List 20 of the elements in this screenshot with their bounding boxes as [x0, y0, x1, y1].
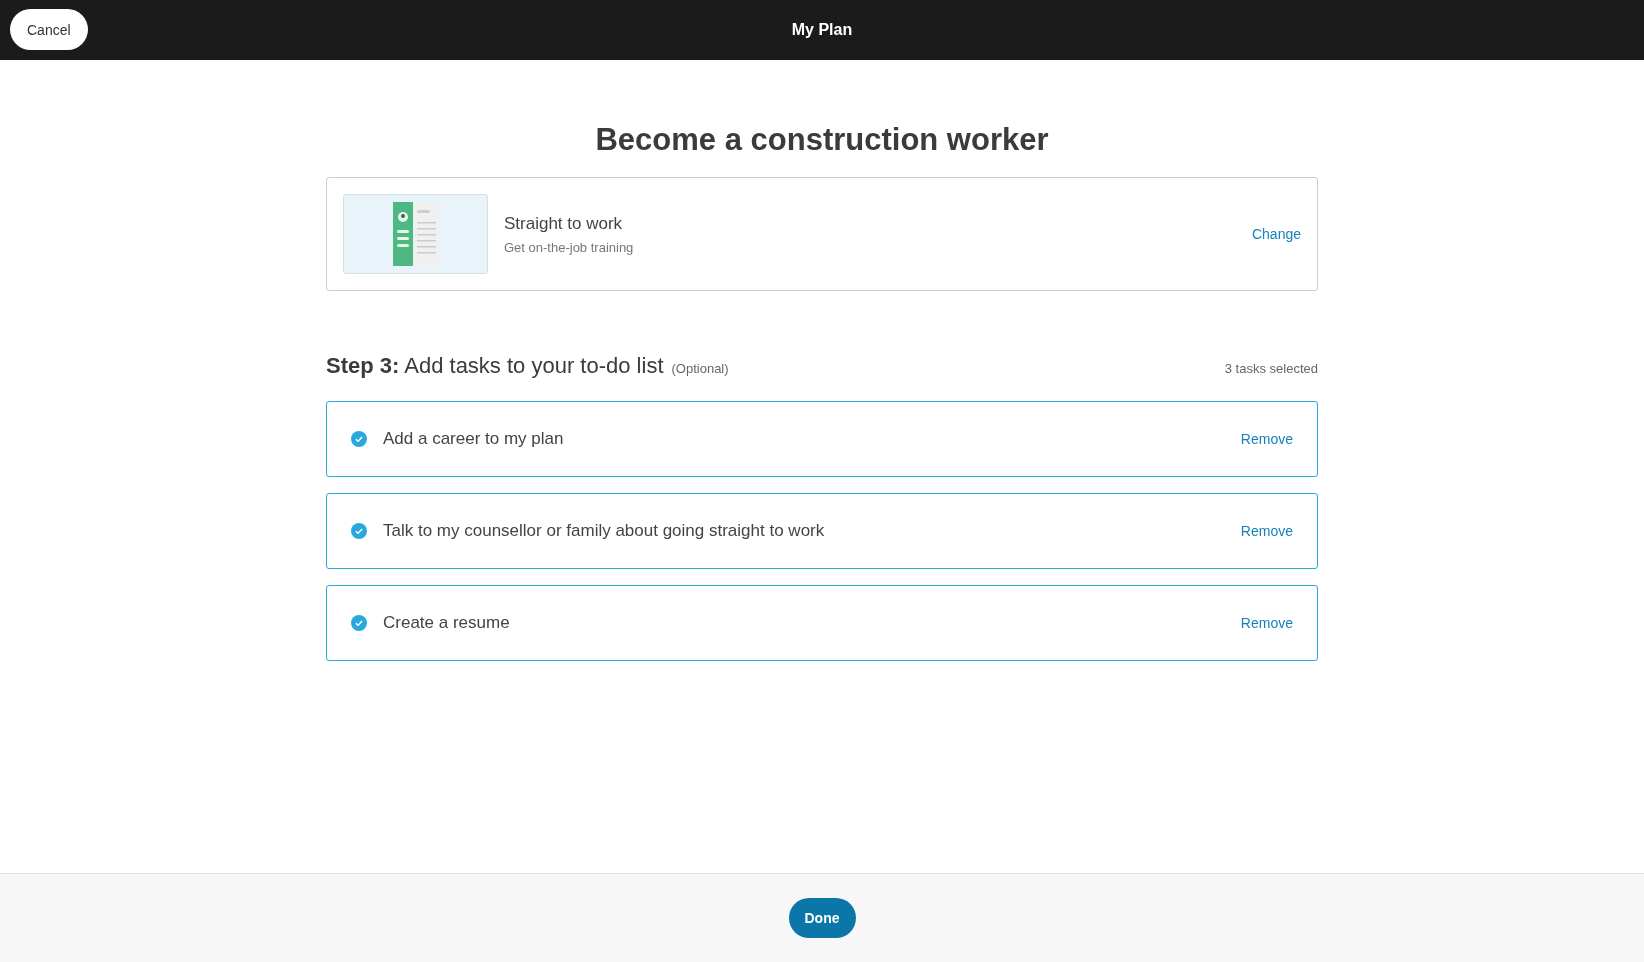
remove-link[interactable]: Remove [1240, 523, 1293, 539]
optional-note: (Optional) [671, 361, 729, 376]
path-title: Straight to work [504, 213, 624, 234]
remove-link[interactable]: Remove [1240, 431, 1293, 447]
goal-title: Become a construction worker [594, 122, 1050, 158]
cancel-button[interactable]: Cancel [10, 9, 88, 50]
resume-drawing [392, 202, 439, 266]
task-label: Add a career to my plan [383, 429, 565, 449]
task-count: 3 tasks selected [1224, 361, 1318, 376]
check-circle-icon[interactable] [351, 615, 367, 631]
path-subtitle: Get on-the-job training [504, 239, 635, 255]
header-title: My Plan [791, 21, 853, 39]
step-heading: Step 3: Add tasks to your to-do list [326, 353, 664, 379]
change-link[interactable]: Change [1251, 226, 1301, 242]
task-label: Talk to my counsellor or family about going straight to work [383, 521, 826, 541]
check-circle-icon[interactable] [351, 523, 367, 539]
remove-link[interactable]: Remove [1240, 615, 1293, 631]
check-circle-icon[interactable] [351, 431, 367, 447]
task-label: Create a resume [383, 613, 511, 633]
done-button[interactable]: Done [788, 898, 856, 938]
